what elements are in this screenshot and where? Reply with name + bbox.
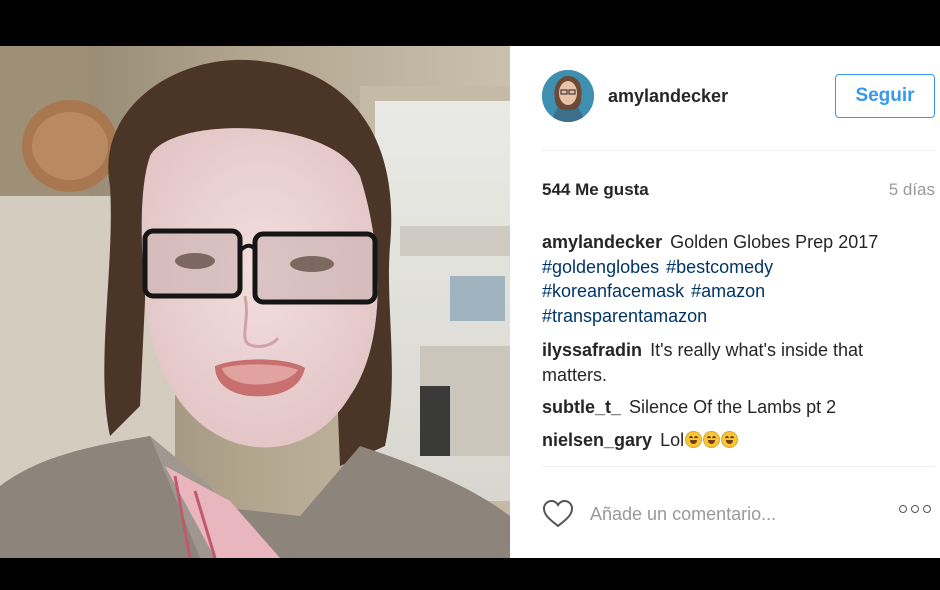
comment-author[interactable]: subtle_t_	[542, 397, 621, 417]
laughing-tears-emoji-icon	[703, 430, 721, 448]
comment-input[interactable]	[590, 499, 890, 529]
comment-composer	[542, 466, 935, 559]
hashtag-link[interactable]: #goldenglobes	[542, 257, 659, 277]
caption-author[interactable]: amylandecker	[542, 232, 662, 252]
post-photo	[0, 46, 510, 558]
follow-button[interactable]: Seguir	[835, 74, 935, 118]
instagram-post-modal: amylandecker Seguir 544 Me gusta 5 días …	[0, 46, 940, 558]
hashtag-link[interactable]: #bestcomedy	[666, 257, 773, 277]
comment-text: Lol	[660, 429, 685, 450]
laughing-tears-emoji-icon	[721, 430, 739, 448]
comment-author[interactable]: ilyssafradin	[542, 340, 642, 360]
dot	[923, 505, 931, 513]
comment-item: ilyssafradin It's really what's inside t…	[542, 338, 930, 387]
post-header: amylandecker Seguir	[542, 46, 935, 151]
post-age[interactable]: 5 días	[889, 180, 935, 200]
comment-item: subtle_t_ Silence Of the Lambs pt 2	[542, 395, 930, 420]
dot	[911, 505, 919, 513]
hashtag-link[interactable]: #koreanfacemask	[542, 281, 684, 301]
more-options-icon[interactable]	[899, 505, 931, 513]
avatar[interactable]	[542, 70, 594, 122]
hashtag-link[interactable]: #amazon	[691, 281, 765, 301]
laughing-tears-emoji-icon	[685, 430, 703, 448]
heart-outline-icon[interactable]	[542, 499, 574, 529]
post-username[interactable]: amylandecker	[608, 86, 728, 107]
selfie-image	[0, 46, 510, 558]
post-stats: 544 Me gusta 5 días	[542, 180, 935, 200]
dot	[899, 505, 907, 513]
comment-author[interactable]: nielsen_gary	[542, 430, 652, 450]
caption: amylandecker Golden Globes Prep 2017 #go…	[542, 230, 930, 328]
post-side-panel: amylandecker Seguir 544 Me gusta 5 días …	[510, 46, 940, 558]
avatar-image	[542, 70, 594, 122]
comments-list: amylandecker Golden Globes Prep 2017 #go…	[542, 230, 930, 460]
hashtag-link[interactable]: #transparentamazon	[542, 306, 707, 326]
comment-text: Silence Of the Lambs pt 2	[629, 397, 837, 417]
caption-text: Golden Globes Prep 2017	[670, 232, 879, 252]
likes-count[interactable]: 544 Me gusta	[542, 180, 649, 200]
comment-item: nielsen_gary Lol	[542, 428, 930, 453]
